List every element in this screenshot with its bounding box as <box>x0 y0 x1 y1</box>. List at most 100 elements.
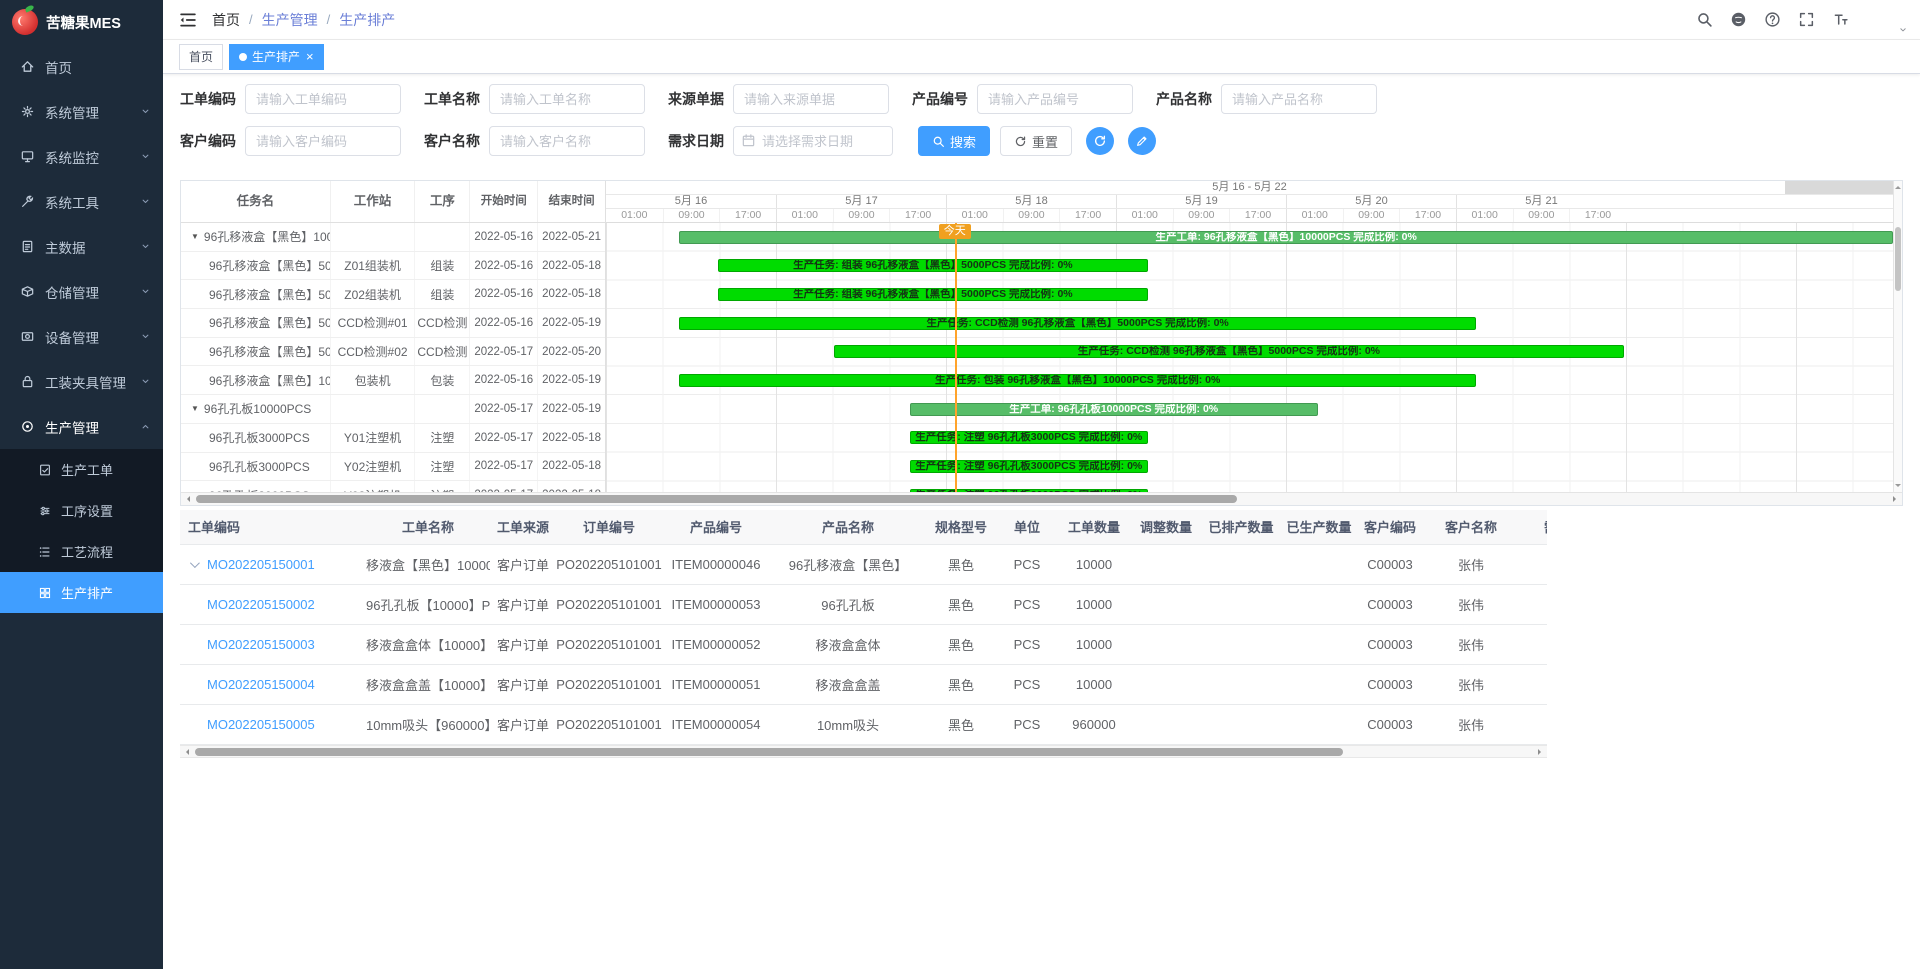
github-icon[interactable] <box>1724 6 1752 34</box>
gantt-task-bar[interactable]: 生产任务: 组装 96孔移液盒【黑色】5000PCS 完成比例: 0% <box>718 288 1148 301</box>
work-order-link[interactable]: MO202205150002 <box>207 597 315 612</box>
gantt-vertical-scrollbar[interactable] <box>1893 181 1902 492</box>
table-cell: 96孔孔板【10000】PCS <box>366 584 490 624</box>
gantt-task-bar[interactable]: 生产任务: 注塑 96孔孔板3000PCS 完成比例: 0% <box>910 489 1148 492</box>
help-icon[interactable] <box>1758 6 1786 34</box>
tab-首页[interactable]: 首页 <box>179 44 223 70</box>
close-icon[interactable]: × <box>306 50 314 63</box>
product-name-input[interactable] <box>1221 84 1377 114</box>
search-button[interactable]: 搜索 <box>918 126 990 156</box>
gantt-task-row[interactable]: 96孔孔板3000PCSY01注塑机注塑2022-05-172022-05-18 <box>181 424 605 453</box>
gantt-workorder-bar[interactable]: 生产工单: 96孔孔板10000PCS 完成比例: 0% <box>910 403 1318 416</box>
sidebar-item-warehouse-mgmt[interactable]: 仓储管理 <box>0 269 163 314</box>
field-label: 产品名称 <box>1156 89 1212 109</box>
sidebar-item-system-monitor[interactable]: 系统监控 <box>0 134 163 179</box>
gantt-task-row[interactable]: 96孔移液盒【黑色】10000PCS包装机包装2022-05-162022-05… <box>181 366 605 395</box>
search-icon[interactable] <box>1690 6 1718 34</box>
gantt-task-row[interactable]: 96孔移液盒【黑色】5000PCSZ02组装机组装2022-05-162022-… <box>181 280 605 309</box>
gantt-task-row[interactable]: 96孔孔板3000PCSY03注塑机注塑2022-05-172022-05-18 <box>181 481 605 492</box>
scroll-up-arrow[interactable] <box>1895 183 1901 189</box>
scroll-right-arrow[interactable] <box>1538 749 1544 755</box>
gantt-horizontal-scrollbar[interactable] <box>181 492 1902 505</box>
scroll-down-arrow[interactable] <box>1895 484 1901 490</box>
gantt-task-bar[interactable]: 生产任务: 注塑 96孔孔板3000PCS 完成比例: 0% <box>910 431 1148 444</box>
table-cell: 移液盒盒体【10000】PCS <box>366 624 490 664</box>
scroll-left-arrow[interactable] <box>183 749 189 755</box>
process: 注塑 <box>415 424 470 452</box>
gantt-task-bar[interactable]: 生产任务: 包装 96孔移液盒【黑色】10000PCS 完成比例: 0% <box>679 374 1476 387</box>
process: CCD检测 <box>415 309 470 337</box>
gantt-task-bar[interactable]: 生产任务: CCD检测 96孔移液盒【黑色】5000PCS 完成比例: 0% <box>679 317 1476 330</box>
gantt-task-bar[interactable]: 生产任务: CCD检测 96孔移液盒【黑色】5000PCS 完成比例: 0% <box>834 345 1624 358</box>
gantt-task-row[interactable]: 96孔移液盒【黑色】5000PCSCCD检测#01CCD检测2022-05-16… <box>181 309 605 338</box>
table-cell: 960000 <box>1058 704 1130 744</box>
collapse-icon[interactable]: ▼ <box>191 404 199 413</box>
table-row[interactable]: MO202205150001移液盒【黑色】10000个客户订单PO2022051… <box>180 544 1547 584</box>
table-row[interactable]: MO202205150004移液盒盒盖【10000】PCS客户订单PO20220… <box>180 664 1547 704</box>
scrollbar-thumb[interactable] <box>196 495 1237 503</box>
fullscreen-icon[interactable] <box>1792 6 1820 34</box>
scrollbar-thumb[interactable] <box>195 748 1343 756</box>
work-order-code-input[interactable] <box>245 84 401 114</box>
app-logo[interactable]: 苦糖果MES <box>0 0 163 44</box>
scrollbar-thumb[interactable] <box>1895 227 1901 291</box>
sidebar-item-work-order[interactable]: 生产工单 <box>0 449 163 490</box>
gantt-task-row[interactable]: ▼96孔孔板10000PCS2022-05-172022-05-19 <box>181 395 605 424</box>
customer-name-input[interactable] <box>489 126 645 156</box>
gantt-task-row[interactable]: 96孔移液盒【黑色】5000PCSCCD检测#02CCD检测2022-05-17… <box>181 338 605 367</box>
sidebar-item-equipment-mgmt[interactable]: 设备管理 <box>0 314 163 359</box>
filter-field-work-order-code: 工单编码 <box>180 84 401 114</box>
table-cell: 10000 <box>1058 584 1130 624</box>
expand-row-icon[interactable] <box>190 558 200 568</box>
breadcrumb-item[interactable]: 生产排产 <box>339 10 395 30</box>
refresh-gantt-button[interactable] <box>1086 127 1114 155</box>
sidebar-item-master-data[interactable]: 主数据 <box>0 224 163 269</box>
table-cell: 客户订单 <box>490 704 556 744</box>
field-label: 来源单据 <box>668 89 724 109</box>
sidebar-item-fixture-mgmt[interactable]: 工装夹具管理 <box>0 359 163 404</box>
sidebar-item-production-mgmt[interactable]: 生产管理 <box>0 404 163 449</box>
avatar[interactable] <box>1866 5 1896 35</box>
workstation: Y02注塑机 <box>331 453 416 481</box>
gantt-workorder-bar[interactable]: 生产工单: 96孔移液盒【黑色】10000PCS 完成比例: 0% <box>679 231 1893 244</box>
table-row[interactable]: MO202205150003移液盒盒体【10000】PCS客户订单PO20220… <box>180 624 1547 664</box>
task-name: ▼96孔孔板10000PCS <box>181 395 331 423</box>
font-size-icon[interactable] <box>1826 6 1854 34</box>
menu-fold-icon[interactable] <box>178 10 198 30</box>
scroll-left-arrow[interactable] <box>184 496 190 502</box>
sidebar-item-home[interactable]: 首页 <box>0 44 163 89</box>
sidebar-item-process-flow[interactable]: 工艺流程 <box>0 531 163 572</box>
work-order-name-input[interactable] <box>489 84 645 114</box>
user-menu[interactable] <box>1866 5 1908 35</box>
work-order-link[interactable]: MO202205150001 <box>207 557 315 572</box>
tab-生产排产[interactable]: 生产排产× <box>229 44 324 70</box>
gantt-task-row[interactable]: ▼96孔移液盒【黑色】10000PCS2022-05-162022-05-21 <box>181 223 605 252</box>
sidebar-item-system-tools[interactable]: 系统工具 <box>0 179 163 224</box>
work-order-link[interactable]: MO202205150003 <box>207 637 315 652</box>
orders-horizontal-scrollbar[interactable] <box>180 745 1547 758</box>
source-doc-input[interactable] <box>733 84 889 114</box>
breadcrumb-item[interactable]: 生产管理 <box>262 10 318 30</box>
product-code-input[interactable] <box>977 84 1133 114</box>
gantt-task-bar[interactable]: 生产任务: 注塑 96孔孔板3000PCS 完成比例: 0% <box>910 460 1148 473</box>
gantt-task-row[interactable]: 96孔孔板3000PCSY02注塑机注塑2022-05-172022-05-18 <box>181 453 605 482</box>
table-row[interactable]: MO20220515000296孔孔板【10000】PCS客户订单PO20220… <box>180 584 1547 624</box>
work-order-link[interactable]: MO202205150004 <box>207 677 315 692</box>
table-row[interactable]: MO20220515000510mm吸头【960000】PCS客户订单PO202… <box>180 704 1547 744</box>
sidebar-item-scheduling[interactable]: 生产排产 <box>0 572 163 613</box>
demand-date-input[interactable] <box>733 126 893 156</box>
chevron-down-icon <box>140 376 151 387</box>
scroll-right-arrow[interactable] <box>1893 496 1899 502</box>
orders-column-header: 需求日期 <box>1520 510 1547 544</box>
gantt-task-bar[interactable]: 生产任务: 组装 96孔移液盒【黑色】5000PCS 完成比例: 0% <box>718 259 1148 272</box>
sidebar-item-process-settings[interactable]: 工序设置 <box>0 490 163 531</box>
reset-button[interactable]: 重置 <box>1000 126 1072 156</box>
gantt-day-row: 5月 165月 175月 185月 195月 205月 21 <box>606 195 1893 209</box>
work-order-link[interactable]: MO202205150005 <box>207 717 315 732</box>
customer-code-input[interactable] <box>245 126 401 156</box>
sidebar-item-system-mgmt[interactable]: 系统管理 <box>0 89 163 134</box>
gantt-task-row[interactable]: 96孔移液盒【黑色】5000PCSZ01组装机组装2022-05-162022-… <box>181 252 605 281</box>
edit-schedule-button[interactable] <box>1128 127 1156 155</box>
collapse-icon[interactable]: ▼ <box>191 232 199 241</box>
gantt-column-header: 工序 <box>415 181 470 222</box>
